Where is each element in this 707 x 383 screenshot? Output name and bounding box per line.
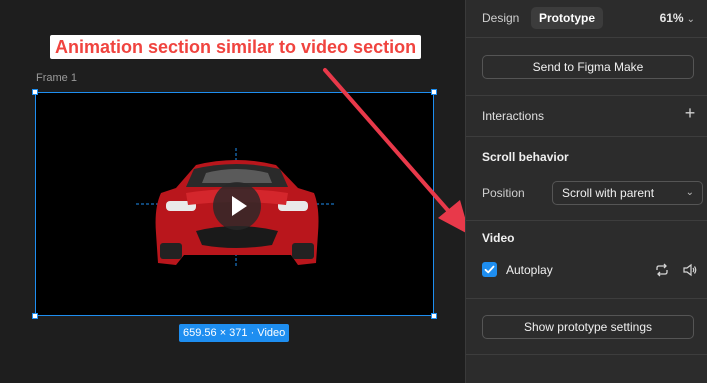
divider [466, 354, 707, 355]
resize-handle-top-right[interactable] [431, 89, 437, 95]
check-icon [484, 265, 495, 274]
volume-icon[interactable] [682, 262, 698, 278]
divider [466, 37, 707, 38]
video-frame[interactable] [32, 89, 437, 319]
chevron-down-icon: ⌄ [685, 187, 694, 198]
play-icon [232, 196, 247, 216]
play-button[interactable] [213, 182, 261, 230]
plus-icon[interactable]: + [683, 104, 697, 122]
chevron-down-icon: ⌄ [686, 14, 695, 25]
resize-handle-bottom-right[interactable] [431, 313, 437, 319]
tab-prototype[interactable]: Prototype [531, 7, 604, 29]
send-to-figma-make-button[interactable]: Send to Figma Make [482, 55, 694, 79]
autoplay-label: Autoplay [506, 263, 553, 277]
divider [466, 220, 707, 221]
zoom-dropdown[interactable]: 61% ⌄ [660, 11, 695, 25]
position-label: Position [482, 186, 525, 200]
frame-label[interactable]: Frame 1 [36, 72, 77, 84]
autoplay-checkbox[interactable] [482, 262, 497, 277]
position-select[interactable]: Scroll with parent ⌄ [552, 181, 703, 205]
show-prototype-settings-button[interactable]: Show prototype settings [482, 315, 694, 339]
divider [466, 298, 707, 299]
canvas[interactable]: Animation section similar to video secti… [0, 0, 465, 383]
right-panel: Design Prototype 61% ⌄ Send to Figma Make… [465, 0, 707, 383]
annotation-label: Animation section similar to video secti… [50, 35, 422, 59]
divider [466, 136, 707, 137]
video-title: Video [482, 231, 515, 245]
position-value: Scroll with parent [562, 186, 655, 200]
scroll-behavior-title: Scroll behavior [482, 150, 569, 164]
resize-handle-bottom-left[interactable] [32, 313, 38, 319]
resize-handle-top-left[interactable] [32, 89, 38, 95]
tab-design[interactable]: Design [474, 7, 527, 29]
divider [466, 95, 707, 96]
size-tag: 659.56 × 371 · Video [179, 324, 290, 342]
zoom-value: 61% [659, 11, 684, 25]
interactions-title: Interactions [482, 109, 545, 123]
loop-icon[interactable] [654, 262, 670, 278]
